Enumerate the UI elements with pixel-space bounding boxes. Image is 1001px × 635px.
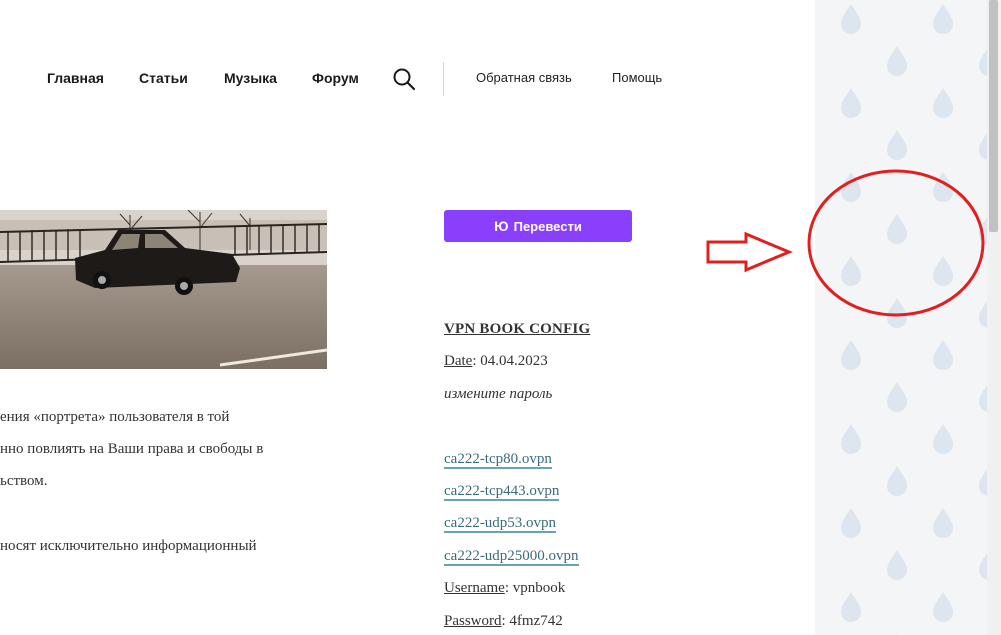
background-pattern-panel	[815, 0, 987, 635]
username-label: Username	[444, 580, 505, 596]
nav-item-music[interactable]: Музыка	[224, 70, 277, 86]
scrollbar-thumb[interactable]	[989, 0, 998, 232]
config-file-link[interactable]: ca222-udp53.ovpn	[444, 515, 557, 533]
password-label: Password	[444, 613, 502, 629]
password-value: : 4fmz742	[501, 613, 563, 629]
nav-divider	[443, 62, 444, 96]
username-value: : vpnbook	[504, 580, 566, 596]
nav-item-home[interactable]: Главная	[47, 70, 104, 86]
date-label: Date	[444, 353, 473, 369]
annotation-arrow-icon	[706, 231, 793, 273]
yandex-translate-icon: Ю	[494, 218, 508, 234]
date-value: : 04.04.2023	[472, 353, 548, 369]
article-line: ения «портрета» пользователя в той	[0, 409, 230, 425]
config-file-link[interactable]: ca222-tcp443.ovpn	[444, 483, 560, 501]
nav-item-feedback[interactable]: Обратная связь	[476, 70, 572, 85]
translate-button-label: Перевести	[513, 218, 582, 234]
vpn-password: Password: 4fmz742	[444, 613, 563, 630]
article-photo	[0, 210, 327, 369]
vpn-username: Username: vpnbook	[444, 580, 565, 597]
vpn-date: Date: 04.04.2023	[444, 353, 548, 370]
drop-pattern-icon	[815, 0, 987, 635]
translate-button[interactable]: Ю Перевести	[444, 210, 632, 242]
nav-item-forum[interactable]: Форум	[312, 70, 359, 86]
config-file-link[interactable]: ca222-tcp80.ovpn	[444, 451, 552, 469]
config-file-link[interactable]: ca222-udp25000.ovpn	[444, 548, 579, 566]
search-icon[interactable]	[392, 67, 416, 91]
article-line: носят исключительно информационный	[0, 538, 257, 554]
nav-item-help[interactable]: Помощь	[612, 70, 662, 85]
article-line: нно повлиять на Ваши права и свободы в	[0, 441, 264, 457]
vpn-title: VPN BOOK CONFIG	[444, 321, 591, 337]
article-line: ьством.	[0, 473, 48, 489]
vpn-note: измените пароль	[444, 386, 553, 402]
nav-item-articles[interactable]: Статьи	[139, 70, 188, 86]
